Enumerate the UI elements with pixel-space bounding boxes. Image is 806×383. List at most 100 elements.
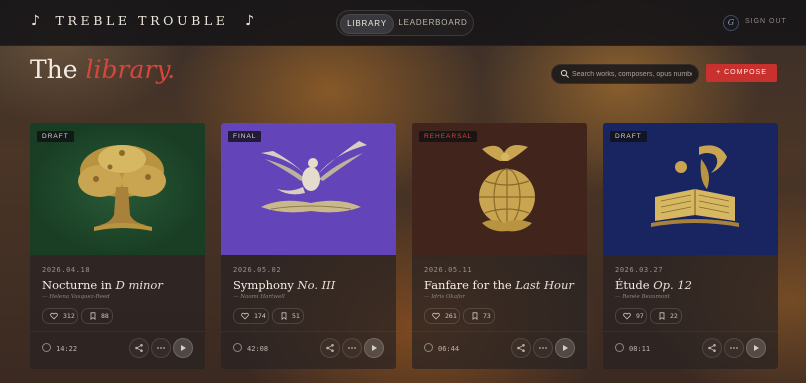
tab-leaderboard[interactable]: LEADERBOARD (397, 14, 469, 32)
save-button[interactable]: 73 (463, 308, 495, 324)
card-date: 2026.03.27 (615, 266, 664, 274)
card-date: 2026.05.11 (424, 266, 473, 274)
cover-image[interactable]: FINAL (221, 123, 396, 255)
card-author: — Idris Okafor (424, 294, 465, 300)
sign-out-link[interactable]: SIGN OUT (745, 18, 787, 25)
tab-library[interactable]: LIBRARY (340, 14, 394, 34)
card-title-plain: Nocturne in (42, 278, 116, 292)
duration-value: 08:11 (629, 345, 651, 353)
save-count: 22 (670, 312, 678, 320)
status-badge: REHEARSAL (419, 131, 478, 142)
clock-icon (424, 343, 433, 352)
heart-icon (50, 312, 58, 320)
like-button[interactable]: 97 (615, 308, 647, 324)
like-button[interactable]: 312 (42, 308, 78, 324)
status-badge: FINAL (228, 131, 262, 142)
bookmark-icon (659, 312, 665, 320)
card-title-plain: Fanfare for the (424, 278, 516, 292)
share-icon (708, 344, 716, 352)
card-divider (221, 331, 396, 332)
work-card[interactable]: FINAL 2026.05.02 Symphony No. III — Naom… (221, 123, 396, 369)
music-note-icon: ♪ (31, 13, 40, 29)
more-button[interactable] (342, 338, 362, 358)
play-icon (563, 345, 568, 351)
duration-value: 14:22 (56, 345, 78, 353)
duration-value: 06:44 (438, 345, 460, 353)
card-author: — Renée Beaumont (615, 294, 670, 300)
work-card[interactable]: REHEARSAL 2026.05.11 Fanfare for the Las… (412, 123, 587, 369)
cover-image[interactable]: REHEARSAL (412, 123, 587, 255)
page-title: The library. (30, 55, 175, 84)
status-badge: DRAFT (610, 131, 647, 142)
save-button[interactable]: 22 (650, 308, 682, 324)
play-icon (372, 345, 377, 351)
card-title-italic: Op. 12 (653, 278, 692, 292)
share-button[interactable] (702, 338, 722, 358)
save-count: 88 (101, 312, 109, 320)
search-input[interactable] (572, 67, 692, 81)
more-icon (730, 347, 738, 349)
eagle-globe-emblem-icon (412, 123, 587, 255)
share-button[interactable] (129, 338, 149, 358)
brand-logo[interactable]: ♪ TREBLE TROUBLE ♪ (31, 13, 254, 29)
search-box (551, 64, 699, 84)
card-date: 2026.04.18 (42, 266, 91, 274)
top-bar: ♪ TREBLE TROUBLE ♪ LIBRARY LEADERBOARD G… (0, 0, 806, 46)
like-button[interactable]: 261 (424, 308, 460, 324)
work-card[interactable]: DRAFT 2026.04.18 Nocturne in D minor — H… (30, 123, 205, 369)
save-count: 73 (483, 312, 491, 320)
heart-icon (432, 312, 440, 320)
cover-image[interactable]: DRAFT (603, 123, 778, 255)
card-title[interactable]: Symphony No. III (233, 278, 335, 292)
share-button[interactable] (511, 338, 531, 358)
bookmark-icon (281, 312, 287, 320)
like-button[interactable]: 174 (233, 308, 269, 324)
work-card[interactable]: DRAFT 2026.03.27 Étude Op. 12 — Renée Be… (603, 123, 778, 369)
page-title-plain: The (30, 55, 78, 84)
like-count: 261 (445, 312, 457, 320)
card-title-italic: Last Hour (515, 278, 574, 292)
card-title[interactable]: Nocturne in D minor (42, 278, 163, 292)
music-note-icon: ♪ (245, 13, 255, 29)
card-title-italic: D minor (115, 278, 163, 292)
play-button[interactable] (364, 338, 384, 358)
card-divider (603, 331, 778, 332)
card-title-italic: No. III (297, 278, 336, 292)
more-icon (348, 347, 356, 349)
play-icon (754, 345, 759, 351)
duration: 14:22 (42, 343, 77, 353)
more-icon (539, 347, 547, 349)
card-author: — Helena Vasquez-Reed (42, 294, 110, 300)
like-count: 174 (254, 312, 266, 320)
card-title-plain: Étude (615, 278, 654, 292)
play-button[interactable] (746, 338, 766, 358)
main-nav: LIBRARY LEADERBOARD (336, 10, 474, 36)
compose-button[interactable]: + COMPOSE (706, 64, 777, 82)
more-button[interactable] (151, 338, 171, 358)
more-button[interactable] (533, 338, 553, 358)
more-button[interactable] (724, 338, 744, 358)
tree-emblem-icon (30, 123, 205, 255)
clock-icon (615, 343, 624, 352)
play-button[interactable] (555, 338, 575, 358)
heart-icon (623, 312, 631, 320)
save-button[interactable]: 88 (81, 308, 113, 324)
open-book-emblem-icon (603, 123, 778, 255)
clock-icon (42, 343, 51, 352)
card-divider (412, 331, 587, 332)
save-button[interactable]: 51 (272, 308, 304, 324)
share-button[interactable] (320, 338, 340, 358)
brand-name: TREBLE TROUBLE (55, 13, 229, 28)
play-button[interactable] (173, 338, 193, 358)
bookmark-icon (90, 312, 96, 320)
like-count: 97 (636, 312, 644, 320)
card-divider (30, 331, 205, 332)
cover-image[interactable]: DRAFT (30, 123, 205, 255)
card-title[interactable]: Étude Op. 12 (615, 278, 692, 292)
user-avatar[interactable]: G (723, 15, 739, 31)
card-title[interactable]: Fanfare for the Last Hour (424, 278, 574, 292)
duration: 06:44 (424, 343, 459, 353)
play-icon (181, 345, 186, 351)
like-count: 312 (63, 312, 75, 320)
heart-icon (241, 312, 249, 320)
